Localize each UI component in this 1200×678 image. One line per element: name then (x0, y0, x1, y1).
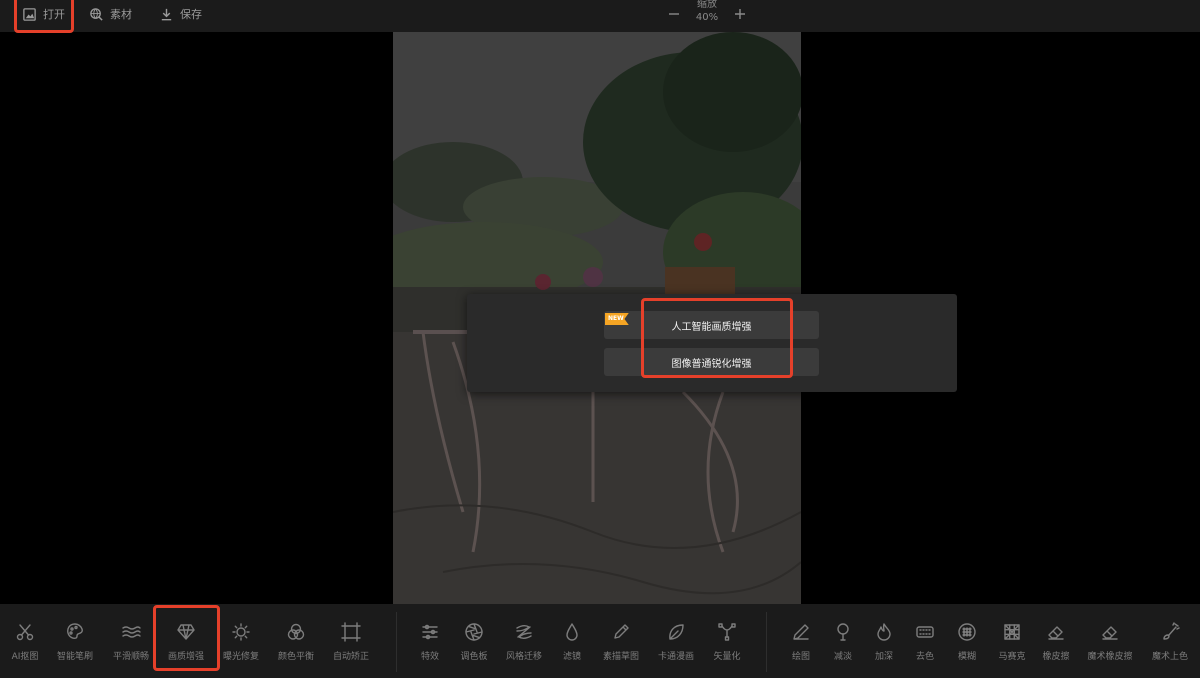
tool-label: 马赛克 (998, 652, 1026, 662)
magic-brush-icon (1163, 622, 1180, 640)
desaturate-icon (916, 626, 934, 638)
material-label: 素材 (110, 8, 132, 21)
tool-label: 橡皮擦 (1042, 652, 1070, 662)
tool-eraser[interactable]: 橡皮擦 (1026, 622, 1086, 670)
tool-label: 绘图 (791, 652, 810, 662)
dodge-icon (837, 623, 849, 641)
tool-label: 卡通漫画 (657, 652, 694, 662)
zoom-display: 缩放 40% (690, 0, 724, 24)
leaf-icon (669, 624, 684, 640)
image-open-icon (23, 7, 36, 21)
tool-label: 智能笔刷 (56, 652, 93, 662)
crop-frame-icon (341, 622, 361, 642)
tool-label: 素描草图 (602, 652, 639, 662)
tool-label: 魔术橡皮擦 (1087, 652, 1133, 662)
tool-auto-correct[interactable]: 自动矫正 (321, 622, 381, 670)
tool-label: 风格迁移 (505, 652, 542, 662)
sharpen-label: 图像普通锐化增强 (671, 358, 752, 370)
eraser-icon (1048, 626, 1064, 640)
tool-sketch[interactable]: 素描草图 (591, 622, 651, 670)
toolbar-divider (396, 612, 397, 672)
vector-nodes-icon (718, 623, 736, 641)
zoom-out-button[interactable] (664, 4, 684, 24)
save-button[interactable]: 保存 (159, 0, 202, 28)
ai-enhance-label: 人工智能画质增强 (671, 321, 752, 333)
tool-label: 曝光修复 (222, 652, 259, 662)
tool-label: 颜色平衡 (277, 652, 314, 662)
open-button[interactable]: 打开 (22, 0, 65, 28)
bottom-toolbar: AI抠图 智能笔刷 平滑顺畅 画质增强 曝光修复 颜色平衡 自动矫正 特效 调色… (0, 604, 1200, 678)
magic-eraser-icon (1102, 626, 1118, 640)
globe-search-icon (90, 7, 103, 21)
mosaic-icon (1004, 624, 1020, 640)
sun-icon (232, 623, 250, 641)
tool-label: 减淡 (833, 652, 852, 662)
tool-smart-brush[interactable]: 智能笔刷 (45, 622, 105, 670)
enhance-popup: 人工智能画质增强 NEW 图像普通锐化增强 (467, 294, 957, 392)
style-transfer-icon (516, 625, 532, 639)
flame-icon (877, 623, 891, 641)
tool-vectorize[interactable]: 矢量化 (697, 622, 757, 670)
sliders-icon (422, 624, 438, 640)
droplet-icon (566, 623, 578, 641)
aperture-icon (465, 623, 483, 641)
tool-label: 自动矫正 (332, 652, 369, 662)
palette-icon (67, 623, 83, 639)
tool-label: 画质增强 (167, 652, 204, 662)
ai-enhance-button[interactable]: 人工智能画质增强 (604, 311, 819, 339)
pencil-icon (614, 624, 629, 639)
tool-label: 滤镜 (562, 652, 581, 662)
toolbar-divider (766, 612, 767, 672)
tool-label: 矢量化 (713, 652, 741, 662)
waves-icon (122, 626, 141, 638)
tool-magic-eraser[interactable]: 魔术橡皮擦 (1080, 622, 1140, 670)
tool-label: 去色 (915, 652, 934, 662)
pen-icon (793, 624, 809, 640)
open-label: 打开 (43, 8, 65, 21)
tool-label: 特效 (420, 652, 439, 662)
sharpen-button[interactable]: 图像普通锐化增强 (604, 348, 819, 376)
tool-color-balance[interactable]: 颜色平衡 (266, 622, 326, 670)
tool-label: AI抠图 (11, 652, 39, 662)
tool-label: 魔术上色 (1151, 652, 1188, 662)
zoom-label: 缩放 (697, 0, 717, 10)
material-button[interactable]: 素材 (89, 0, 132, 28)
zoom-in-button[interactable] (730, 4, 750, 24)
download-icon (161, 8, 172, 20)
zoom-value: 40% (695, 12, 719, 23)
tool-magic-color[interactable]: 魔术上色 (1140, 622, 1200, 670)
tool-label: 模糊 (957, 652, 976, 662)
save-label: 保存 (180, 8, 202, 21)
color-circles-icon (287, 623, 305, 640)
tool-label: 调色板 (460, 652, 488, 662)
tool-exposure-fix[interactable]: 曝光修复 (211, 622, 271, 670)
tool-label: 加深 (874, 652, 893, 662)
tool-label: 平滑顺畅 (112, 652, 149, 662)
tool-quality-enhance[interactable]: 画质增强 (156, 622, 216, 670)
tool-smooth[interactable]: 平滑顺畅 (101, 622, 161, 670)
top-toolbar: 打开 素材 保存 缩放 40% (0, 0, 1200, 32)
blur-icon (958, 623, 976, 641)
diamond-icon (177, 624, 195, 640)
scissors-icon (16, 624, 34, 641)
